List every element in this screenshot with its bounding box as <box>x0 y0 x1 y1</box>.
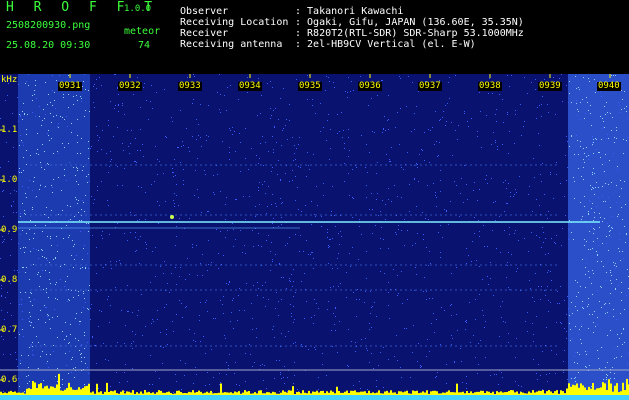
meteor-label: meteor <box>124 26 161 37</box>
meteor-count: 74 <box>138 40 151 51</box>
x-tick-label: 0933 <box>178 81 202 91</box>
y-tick-label: 1.1 <box>1 125 18 135</box>
observer-label: Observer <box>180 6 229 17</box>
spectrogram-canvas <box>0 74 629 400</box>
receiver-value: : R820T2(RTL-SDR) SDR-Sharp 53.1000MHz <box>295 28 524 39</box>
x-tick-label: 0938 <box>478 81 502 91</box>
x-tick-label: 0939 <box>538 81 562 91</box>
x-tick-label: 0937 <box>418 81 442 91</box>
antenna-value: : 2el-HB9CV Vertical (el. E-W) <box>295 39 476 50</box>
location-label: Receiving Location <box>180 17 289 28</box>
noise-band-right <box>568 74 629 400</box>
x-tick-label: 0934 <box>238 81 262 91</box>
meteor-echo <box>170 215 174 219</box>
x-tick-label: 0935 <box>298 81 322 91</box>
app-version: 1.0.0 <box>124 4 152 14</box>
y-tick-label: 0.6 <box>1 375 18 385</box>
observer-value: : Takanori Kawachi <box>295 6 404 17</box>
y-tick-label: 0.8 <box>1 275 18 285</box>
header-panel: H R O F F T 1.0.0 2508200930.png 25.08.2… <box>0 0 629 74</box>
y-tick-label: 1.0 <box>1 175 18 185</box>
y-tick-label: 0.9 <box>1 225 18 235</box>
antenna-label: Receiving antenna <box>180 39 283 50</box>
x-tick-label: 0931 <box>58 81 82 91</box>
level-baseline <box>0 395 629 400</box>
noise-speckle <box>0 74 629 400</box>
spectrogram-panel <box>0 74 629 400</box>
y-axis-unit: kHz <box>1 75 18 85</box>
y-tick-label: 0.7 <box>1 325 18 335</box>
x-tick-label: 0932 <box>118 81 142 91</box>
x-tick-label: 0936 <box>358 81 382 91</box>
location-value: : Ogaki, Gifu, JAPAN (136.60E, 35.35N) <box>295 17 524 28</box>
filename-label: 2508200930.png <box>6 20 91 31</box>
datetime-label: 25.08.20 09:30 <box>6 40 91 51</box>
receiver-label: Receiver <box>180 28 229 39</box>
x-tick-label: 0940 <box>597 81 621 91</box>
